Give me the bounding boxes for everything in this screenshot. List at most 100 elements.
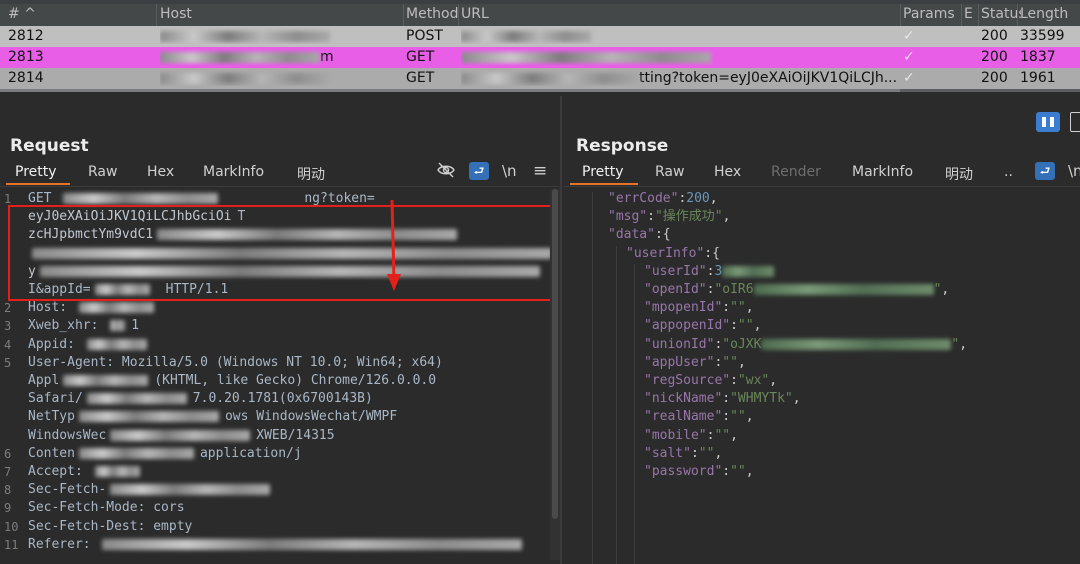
response-pane: Response Pretty Raw Hex Render MarkInfo …: [564, 96, 1080, 564]
row-status: 200: [981, 49, 1008, 65]
request-line: User-Agent: Mozilla/5.0 (Windows NT 10.0…: [28, 354, 443, 372]
row-url-redacted: [461, 49, 901, 65]
redacted-text: [110, 429, 251, 441]
json-separator: :: [722, 409, 731, 425]
redacted-text: [753, 284, 934, 295]
row-host-redacted: [160, 28, 400, 44]
request-line: Sec-Fetch-: [28, 481, 271, 499]
json-line: "salt":"",: [644, 445, 722, 463]
newline-toggle-icon[interactable]: \n: [502, 162, 517, 180]
json-string-value: "": [737, 318, 754, 334]
row-status: 200: [981, 28, 1008, 44]
request-line-tail: ows WindowsWechat/WMPF: [224, 409, 398, 425]
tab-raw[interactable]: Raw: [655, 164, 684, 180]
table-row[interactable]: 2813 m GET ✓ 200 1837: [0, 47, 1080, 68]
request-line-text: Sec-Fetch-Mode: cors: [28, 500, 185, 516]
json-key: "regSource": [644, 373, 731, 388]
tab-markinfo[interactable]: MarkInfo: [203, 164, 264, 180]
tab-raw[interactable]: Raw: [88, 164, 117, 180]
json-key: "password": [644, 464, 723, 479]
json-number-value: 200: [686, 191, 710, 206]
history-horizontal-scrollbar[interactable]: [0, 89, 1080, 92]
layout-rows-icon[interactable]: [1070, 112, 1080, 132]
word-wrap-icon[interactable]: ⮐: [469, 162, 489, 180]
request-line-tail: XWEB/14315: [256, 427, 335, 443]
request-line: Sec-Fetch-Dest: empty: [28, 518, 192, 536]
active-tab-indicator: [570, 183, 638, 185]
request-line-text: Conten: [28, 445, 75, 461]
tab-hex[interactable]: Hex: [714, 164, 741, 180]
col-header-length[interactable]: Length: [1020, 6, 1080, 22]
json-comma: ,: [722, 209, 731, 225]
proxy-history-table: # ^ Host Method URL Params E Status Leng…: [0, 0, 1080, 92]
table-row[interactable]: 2812 POST ✓ 200 33599: [0, 26, 1080, 47]
redacted-text: [86, 393, 187, 405]
tab-mingdong[interactable]: 明动: [297, 164, 325, 184]
tab-hex[interactable]: Hex: [147, 164, 174, 180]
redacted-text: [110, 484, 271, 496]
json-key: "appopenId": [644, 318, 731, 334]
tab-divider: [0, 186, 560, 187]
col-header-host[interactable]: Host: [160, 6, 400, 22]
row-method: GET: [406, 49, 435, 65]
json-line: "openId":"oIR6 ",: [644, 282, 950, 297]
json-line: "mpopenId":"",: [644, 299, 754, 317]
layout-columns-icon[interactable]: [1036, 112, 1060, 132]
row-method: GET: [406, 70, 435, 86]
json-line: "userId":3: [644, 263, 775, 281]
row-host-redacted: [160, 70, 400, 86]
json-key: "unionId": [644, 336, 715, 352]
request-line: Conten application/j: [28, 445, 302, 463]
request-line-text: Xweb_xhr:: [28, 318, 107, 334]
json-separator: :: [647, 209, 655, 225]
line-number: 6: [4, 446, 12, 461]
row-method: POST: [406, 28, 443, 44]
col-header-number[interactable]: # ^: [8, 6, 148, 22]
request-line-tail: (KHTML, like Gecko) Chrome/126.0.0.0: [154, 373, 437, 388]
col-header-status[interactable]: Status: [981, 6, 1021, 22]
col-header-url[interactable]: URL: [461, 6, 901, 22]
col-header-params[interactable]: Params: [903, 6, 959, 22]
redacted-text: [761, 338, 952, 350]
json-line: "unionId":"oJXK ",: [644, 336, 968, 352]
tab-pretty[interactable]: Pretty: [582, 164, 624, 180]
line-number: 11: [4, 537, 19, 552]
request-line: Appl (KHTML, like Gecko) Chrome/126.0.0.0: [28, 372, 436, 390]
table-row[interactable]: 2814 GET tting?token=eyJ0eXAiOiJKV1QiLCJ…: [0, 68, 1080, 89]
eye-slash-icon[interactable]: [437, 162, 455, 182]
json-line: "userInfo":{: [626, 245, 720, 263]
tab-divider: [564, 186, 1080, 187]
json-separator: :: [690, 445, 699, 461]
row-status: 200: [981, 70, 1008, 86]
json-string-value: "wx": [737, 373, 770, 388]
request-vertical-scrollbar[interactable]: [550, 189, 560, 560]
line-number: 4: [4, 337, 12, 352]
line-number: 9: [4, 501, 12, 516]
menu-icon[interactable]: ≡: [533, 161, 547, 181]
word-wrap-icon[interactable]: ⮐: [1035, 162, 1055, 180]
json-string-value: "": [698, 445, 715, 461]
json-key: "appUser": [644, 354, 715, 370]
json-separator: :{: [654, 227, 671, 243]
request-line-text: Appid:: [28, 336, 83, 352]
json-line: "regSource":"wx",: [644, 372, 777, 390]
request-line: Xweb_xhr: 1: [28, 317, 139, 335]
json-key: "openId": [644, 282, 707, 297]
request-line-tail: 1: [131, 318, 140, 334]
request-tabs: Pretty Raw Hex MarkInfo 明动 ⮐ \n ≡: [0, 161, 560, 186]
json-comma: ,: [745, 300, 754, 316]
tab-mingdong[interactable]: 明动: [945, 164, 973, 184]
redacted-text: [102, 538, 523, 550]
request-line-text: User-Agent: Mozilla/5.0 (Windows NT 10.0…: [28, 354, 443, 370]
newline-toggle-icon[interactable]: \n: [1068, 162, 1080, 180]
json-comma: ,: [709, 191, 718, 206]
tab-markinfo[interactable]: MarkInfo: [852, 164, 913, 180]
json-line: "nickName":"WHMYTk",: [644, 390, 801, 408]
col-header-method[interactable]: Method: [406, 6, 458, 22]
tab-pretty[interactable]: Pretty: [15, 164, 57, 180]
tab-render[interactable]: Render: [771, 164, 821, 180]
request-line-text: Sec-Fetch-Dest: empty: [28, 518, 193, 534]
row-number: 2814: [8, 70, 44, 86]
request-line: Host:: [28, 299, 154, 317]
tab-overflow[interactable]: ..: [1004, 164, 1013, 180]
